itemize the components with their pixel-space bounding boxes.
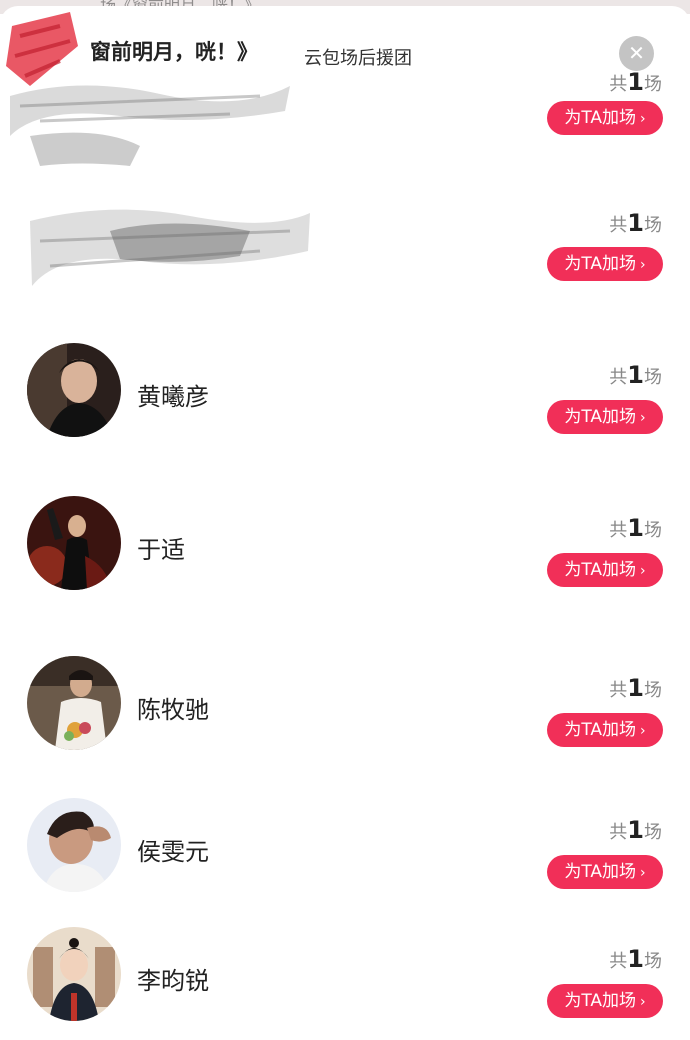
- chevron-right-icon: ›: [640, 410, 646, 426]
- supporter-name: 黄曦彦: [137, 383, 209, 411]
- supporter-name: 李昀锐: [137, 967, 209, 995]
- add-session-button[interactable]: 为TA加场 ›: [547, 101, 663, 135]
- add-session-button[interactable]: 为TA加场 ›: [547, 984, 663, 1018]
- avatar[interactable]: [27, 656, 121, 750]
- session-count: 共1场: [609, 674, 662, 702]
- supporter-row: 共1场 为TA加场 ›: [0, 66, 690, 176]
- supporter-row: 陈牧驰 共1场 为TA加场 ›: [0, 654, 690, 764]
- add-session-button[interactable]: 为TA加场 ›: [547, 400, 663, 434]
- chevron-right-icon: ›: [640, 865, 646, 881]
- supporter-row: 黄曦彦 共1场 为TA加场 ›: [0, 341, 690, 451]
- session-count: 共1场: [609, 514, 662, 542]
- supporter-row: 李昀锐 共1场 为TA加场 ›: [0, 925, 690, 1035]
- session-count: 共1场: [609, 68, 662, 96]
- supporter-name: 陈牧驰: [137, 696, 209, 724]
- add-session-button[interactable]: 为TA加场 ›: [547, 713, 663, 747]
- supporter-row: 于适 共1场 为TA加场 ›: [0, 494, 690, 604]
- session-count: 共1场: [609, 361, 662, 389]
- supporter-row: 侯雯元 共1场 为TA加场 ›: [0, 796, 690, 906]
- supporters-sheet: 窗前明月，咣！》 云包场后援团 ✕ 共1场 为TA加场 › 共1场 为TA加场 ›: [0, 6, 690, 1040]
- avatar[interactable]: [27, 927, 121, 1021]
- session-count: 共1场: [609, 209, 662, 237]
- chevron-right-icon: ›: [640, 723, 646, 739]
- add-session-button[interactable]: 为TA加场 ›: [547, 553, 663, 587]
- chevron-right-icon: ›: [640, 994, 646, 1010]
- chevron-right-icon: ›: [640, 563, 646, 579]
- close-icon: ✕: [628, 41, 645, 65]
- add-session-button[interactable]: 为TA加场 ›: [547, 855, 663, 889]
- session-count: 共1场: [609, 945, 662, 973]
- supporter-name: 于适: [137, 536, 185, 564]
- sheet-title: 窗前明月，咣！》: [90, 40, 258, 64]
- supporter-name: 侯雯元: [137, 838, 209, 866]
- session-count: 共1场: [609, 816, 662, 844]
- chevron-right-icon: ›: [640, 111, 646, 127]
- avatar[interactable]: [27, 798, 121, 892]
- chevron-right-icon: ›: [640, 257, 646, 273]
- avatar[interactable]: [27, 343, 121, 437]
- avatar[interactable]: [27, 496, 121, 590]
- add-session-button[interactable]: 为TA加场 ›: [547, 247, 663, 281]
- supporter-row: 共1场 为TA加场 ›: [0, 209, 690, 319]
